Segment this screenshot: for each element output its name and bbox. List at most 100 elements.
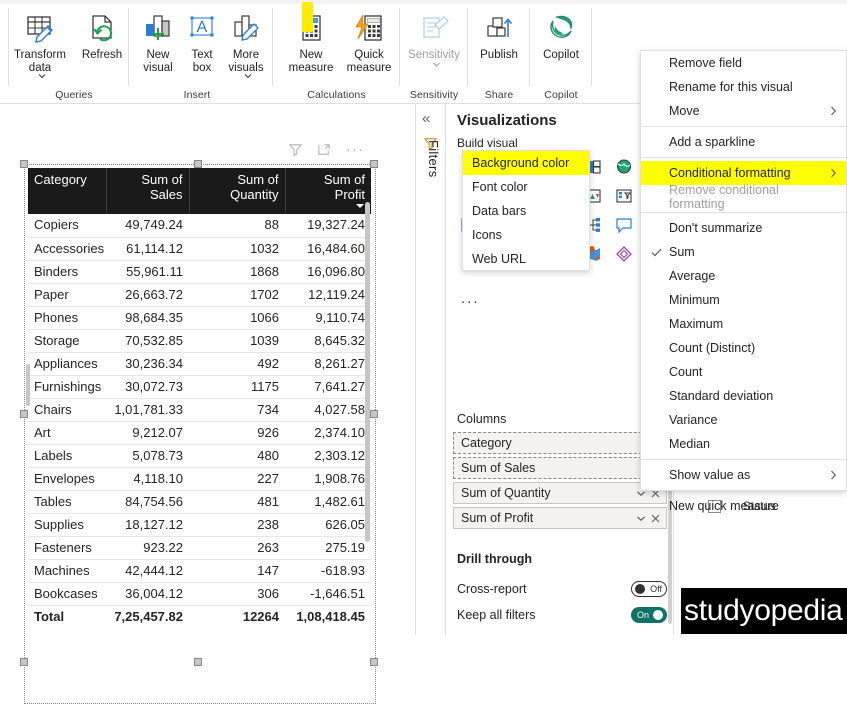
new-visual-label: New visual (143, 49, 173, 74)
resize-handle-middle-left[interactable] (20, 410, 28, 418)
ribbon-group-label-calculations: Calculations (307, 89, 366, 101)
filters-pane-label[interactable]: Filters (421, 140, 441, 178)
publish-label: Publish (480, 49, 518, 61)
new-visual-button[interactable]: New visual (136, 4, 180, 74)
menu-item-remove-field[interactable]: Remove field (641, 51, 846, 75)
slicer-icon[interactable] (610, 182, 637, 209)
menu-item-rename-for-this-visual[interactable]: Rename for this visual (641, 75, 846, 99)
keep-all-filters-toggle-state: On (637, 610, 650, 620)
menu-item-label: Standard deviation (669, 389, 774, 403)
resize-handle-top-center[interactable] (194, 160, 202, 168)
menu-item-label: Sum (669, 245, 695, 259)
publish-button[interactable]: Publish (470, 4, 528, 62)
menu-item-count[interactable]: Count (641, 360, 846, 384)
qa-visual-icon[interactable] (610, 211, 637, 238)
focus-mode-icon[interactable] (317, 142, 332, 157)
collapse-pane-icon[interactable]: « (422, 110, 430, 127)
submenu-item-icons[interactable]: Icons (463, 223, 589, 247)
more-visuals-chevron-down-icon[interactable] (244, 73, 251, 80)
more-gallery-options-icon[interactable]: ... (461, 290, 480, 307)
menu-item-maximum[interactable]: Maximum (641, 312, 846, 336)
report-canvas[interactable]: ··· Category Sum of Sales Sum of Quantit… (0, 104, 415, 704)
menu-item-standard-deviation[interactable]: Standard deviation (641, 384, 846, 408)
sensitivity-button[interactable]: Sensitivity (402, 4, 466, 69)
menu-item-sum[interactable]: Sum (641, 240, 846, 264)
ribbon-separator (529, 8, 530, 86)
sensitivity-chevron-down-icon[interactable] (432, 61, 440, 68)
field-well-sum-of-quantity[interactable]: Sum of Quantity (453, 482, 667, 504)
field-well-sum-of-sales[interactable]: Sum of Sales (453, 457, 667, 479)
menu-item-minimum[interactable]: Minimum (641, 288, 846, 312)
resize-handle-bottom-center[interactable] (194, 658, 202, 666)
menu-separator (641, 490, 846, 491)
resize-handle-top-left[interactable] (20, 160, 28, 168)
keep-all-filters-toggle[interactable]: On (631, 607, 667, 623)
build-visual-label: Build visual (457, 136, 518, 150)
menu-item-label: Don't summarize (669, 221, 763, 235)
field-well-label: Category (461, 436, 512, 450)
columns-field-well-section: Columns Category Sum of Sales Sum of Quant… (453, 412, 667, 532)
conditional-formatting-submenu[interactable]: Background color Font color Data bars Icons… (462, 150, 590, 271)
resize-handle-middle-right[interactable] (370, 410, 378, 418)
menu-item-move[interactable]: Move (641, 99, 846, 123)
table-visual[interactable]: Category Sum of Sales Sum of Quantity Su… (20, 160, 378, 704)
field-well-label: Sum of Profit (461, 511, 534, 525)
text-box-label: Text box (191, 49, 213, 74)
submenu-item-data-bars[interactable]: Data bars (463, 199, 589, 223)
menu-item-count-distinct[interactable]: Count (Distinct) (641, 336, 846, 360)
chevron-right-icon (830, 106, 837, 116)
menu-item-conditional-formatting[interactable]: Conditional formatting (641, 161, 846, 185)
menu-item-average[interactable]: Average (641, 264, 846, 288)
field-well-category[interactable]: Category (453, 432, 667, 454)
text-box-button[interactable]: A Text box (180, 4, 224, 74)
new-measure-label: New measure (288, 49, 334, 74)
table-vertical-scrollbar[interactable] (365, 202, 370, 542)
refresh-button[interactable]: Refresh (72, 4, 132, 62)
table-left-scroll-indicator[interactable] (26, 364, 30, 406)
visual-selection-frame (24, 164, 376, 704)
menu-item-label: Rename for this visual (669, 80, 793, 94)
new-visual-icon (142, 9, 174, 47)
menu-item-label: Maximum (669, 317, 724, 331)
field-context-menu[interactable]: Remove field Rename for this visual Move Ad… (640, 50, 847, 513)
menu-item-label: Median (669, 437, 710, 451)
menu-item-label: Count (Distinct) (669, 341, 756, 355)
cross-report-toggle[interactable]: Off (631, 581, 667, 597)
transform-data-icon (23, 9, 57, 47)
cross-report-label: Cross-report (457, 582, 527, 596)
resize-handle-bottom-left[interactable] (20, 658, 28, 666)
menu-item-new-quick-measure[interactable]: New quick measure (641, 494, 846, 518)
submenu-item-web-url[interactable]: Web URL (463, 247, 589, 271)
submenu-item-background-color[interactable]: Background color (463, 151, 589, 175)
visual-header-toolbar[interactable]: ··· (288, 138, 378, 160)
menu-item-show-value-as[interactable]: Show value as (641, 463, 846, 487)
columns-section-label: Columns (457, 412, 507, 426)
studyopedia-watermark: studyopedia (681, 588, 847, 634)
more-visuals-icon (230, 9, 262, 47)
custom-visual-diamond-icon[interactable] (610, 240, 637, 267)
menu-item-variance[interactable]: Variance (641, 408, 846, 432)
filters-rail[interactable]: « Filters (416, 104, 446, 635)
highlight-mark-new-measure (302, 2, 313, 32)
resize-handle-bottom-right[interactable] (370, 658, 378, 666)
filter-icon[interactable] (288, 142, 303, 157)
more-options-icon[interactable]: ··· (346, 142, 365, 156)
ribbon-separator (399, 8, 400, 86)
quick-measure-button[interactable]: Quick measure (340, 4, 398, 74)
drill-through-title: Drill through (457, 552, 532, 566)
menu-item-label: Remove conditional formatting (669, 183, 779, 211)
drill-through-section: Drill through Cross-report Off Keep all … (453, 552, 667, 628)
ribbon-separator (8, 8, 9, 86)
more-visuals-button[interactable]: More visuals (224, 4, 268, 81)
menu-item-label: Count (669, 365, 703, 379)
map-icon[interactable] (610, 153, 637, 180)
menu-item-add-a-sparkline[interactable]: Add a sparkline (641, 130, 846, 154)
submenu-item-font-color[interactable]: Font color (463, 175, 589, 199)
resize-handle-top-right[interactable] (370, 160, 378, 168)
field-well-sum-of-profit[interactable]: Sum of Profit (453, 507, 667, 529)
copilot-button[interactable]: Copilot (532, 4, 590, 62)
menu-item-median[interactable]: Median (641, 432, 846, 456)
menu-item-don-t-summarize[interactable]: Don't summarize (641, 216, 846, 240)
transform-data-chevron-down-icon[interactable] (38, 73, 45, 80)
transform-data-button[interactable]: Transform data (8, 4, 72, 81)
